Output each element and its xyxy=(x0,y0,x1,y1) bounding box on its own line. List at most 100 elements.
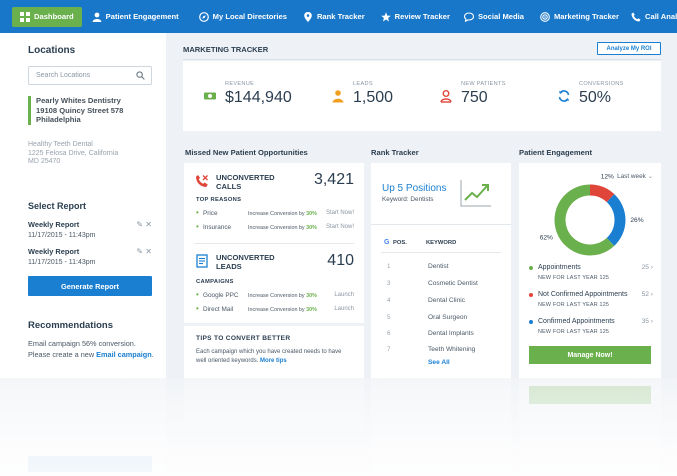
nav-patient-engagement[interactable]: Patient Engagement xyxy=(86,0,185,33)
person-icon xyxy=(332,90,344,103)
rec-line-end: . xyxy=(151,349,154,359)
recommendations-title: Recommendations xyxy=(28,320,113,331)
top-reasons-label: TOP REASONS xyxy=(196,197,242,203)
reason-row: • Price Increase Conversion by 30% Start … xyxy=(196,208,354,217)
nav-social-media-label: Social Media xyxy=(477,12,524,21)
calls-line-1: UNCONVERTED xyxy=(216,173,275,182)
dashboard-icon xyxy=(20,11,30,22)
phone-missed-icon xyxy=(196,175,208,187)
unconverted-leads-count: 410 xyxy=(327,252,354,269)
user-icon xyxy=(92,12,102,22)
rec-line-2: Please create a new xyxy=(28,349,97,359)
keyword-position: 6 xyxy=(387,330,391,337)
campaigns-label: CAMPAIGNS xyxy=(196,279,234,285)
nav-marketing-tracker[interactable]: Marketing Tracker xyxy=(534,0,625,33)
select-report-title: Select Report xyxy=(28,201,87,211)
report-item[interactable]: Weekly Report 11/17/2015 - 11:43pm ✎ ✕ xyxy=(28,220,152,239)
legend-value: 25 › xyxy=(641,264,653,271)
target-icon xyxy=(540,11,550,22)
keyword-position: 3 xyxy=(387,280,391,287)
new-patient-icon xyxy=(440,90,452,103)
top-nav: Dashboard Patient Engagement My Local Di… xyxy=(0,0,677,33)
nav-patient-engagement-label: Patient Engagement xyxy=(105,12,179,21)
manage-now-button[interactable]: Manage Now! xyxy=(529,346,651,364)
keyword-name: Dentist xyxy=(428,263,449,270)
patient-engagement-title: Patient Engagement xyxy=(519,148,592,157)
legend-dot xyxy=(529,266,533,270)
launch-link[interactable]: Launch xyxy=(334,306,354,312)
metric-label: CONVERSIONS xyxy=(579,81,624,87)
location-item[interactable]: Healthy Teeth Dental 1225 Felosa Drive, … xyxy=(28,141,152,167)
start-now-link[interactable]: Start Now! xyxy=(326,224,354,230)
keyword-name: Dental Implants xyxy=(428,330,474,337)
location-item-street: 1225 Felosa Drive, California xyxy=(28,149,119,157)
see-all-link[interactable]: See All xyxy=(428,359,450,366)
generate-report-button[interactable]: Generate Report xyxy=(28,276,152,296)
launch-link[interactable]: Launch xyxy=(334,292,354,298)
report-name: Weekly Report xyxy=(28,247,80,256)
nav-local-directories[interactable]: My Local Directories xyxy=(193,0,293,33)
donut-slice-not-confirmed-appointments xyxy=(589,184,615,203)
rank-tracker-card: Up 5 Positions Keyword: Dentists G POS. … xyxy=(371,163,511,378)
report-actions: ✎ ✕ xyxy=(136,220,152,229)
reason-name: Price xyxy=(203,210,218,217)
col-keyword-header: KEYWORD xyxy=(426,240,457,246)
nav-dashboard-label: Dashboard xyxy=(34,12,74,21)
missed-opportunities-title: Missed New Patient Opportunities xyxy=(185,148,308,157)
locations-title: Locations xyxy=(28,45,76,56)
legend-name: Confirmed Appointments xyxy=(538,318,615,325)
campaign-row: • Direct Mail Increase Conversion by 30% … xyxy=(196,304,354,313)
increase-text: Increase Conversion by 30% xyxy=(248,225,317,231)
rank-keyword: Keyword: Dentists xyxy=(382,196,434,203)
nav-call-analysis-label: Call Analysis xyxy=(644,12,677,21)
report-date: 11/17/2015 - 11:43pm xyxy=(28,259,96,266)
metric-value: 50% xyxy=(579,89,612,106)
search-placeholder: Search Locations xyxy=(36,72,91,79)
location-selected[interactable]: Pearly Whites Dentistry 19108 Quincy Str… xyxy=(28,96,152,125)
keyword-name: Cosmetic Dentist xyxy=(428,280,478,287)
nav-rank-tracker[interactable]: Rank Tracker xyxy=(297,0,371,33)
legend-sub: NEW FOR LAST YEAR 125 xyxy=(538,302,610,308)
report-item[interactable]: Weekly Report 11/17/2015 - 11:43pm ✎ ✕ xyxy=(28,247,152,266)
metric-conversions: CONVERSIONS 50% xyxy=(558,81,624,107)
legend-value: 52 › xyxy=(641,291,653,298)
trend-up-icon xyxy=(460,180,491,207)
nav-call-analysis[interactable]: Call Analysis xyxy=(625,0,677,33)
metric-label: NEW PATIENTS xyxy=(461,81,506,87)
start-now-link[interactable]: Start Now! xyxy=(326,210,354,216)
reason-row: • Insurance Increase Conversion by 30% St… xyxy=(196,222,354,231)
rank-headline: Up 5 Positions xyxy=(382,183,447,194)
search-locations-input[interactable]: Search Locations xyxy=(28,66,152,85)
metric-revenue: REVENUE $144,940 xyxy=(204,81,292,107)
nav-review-tracker[interactable]: Review Tracker xyxy=(375,0,456,33)
close-icon[interactable]: ✕ xyxy=(145,220,152,229)
unconverted-calls-count: 3,421 xyxy=(313,171,354,188)
nav-social-media[interactable]: Social Media xyxy=(458,0,530,33)
metric-value: 1,500 xyxy=(353,89,394,106)
analyze-roi-button[interactable]: Analyze My ROI xyxy=(597,42,661,55)
refresh-icon xyxy=(558,90,570,102)
reflection-fade xyxy=(0,378,677,476)
rank-tracker-title: Rank Tracker xyxy=(371,148,419,157)
chevron-right-icon: › xyxy=(650,318,653,325)
legend-sub: NEW FOR LAST YEAR 125 xyxy=(538,329,610,335)
more-tips-link[interactable]: More tips xyxy=(260,358,287,364)
star-icon xyxy=(380,11,391,21)
keyword-position: 1 xyxy=(387,263,391,270)
col-pos-header: POS. xyxy=(393,240,407,246)
campaign-name: Google PPC xyxy=(203,292,239,299)
edit-icon[interactable]: ✎ xyxy=(136,220,143,229)
close-icon[interactable]: ✕ xyxy=(145,247,152,256)
keyword-name: Teeth Whitening xyxy=(428,346,476,353)
legend-value: 35 › xyxy=(641,318,653,325)
edit-icon[interactable]: ✎ xyxy=(136,247,143,256)
nav-review-tracker-label: Review Tracker xyxy=(394,12,450,21)
engagement-donut-chart: 12% 26% 62% xyxy=(540,173,644,256)
metric-new-patients: NEW PATIENTS 750 xyxy=(440,81,506,107)
search-icon[interactable] xyxy=(136,71,145,80)
legend-name: Not Confirmed Appointments xyxy=(538,291,628,298)
nav-dashboard[interactable]: Dashboard xyxy=(12,6,82,27)
metric-value: $144,940 xyxy=(225,89,292,106)
donut-label: 62% xyxy=(540,234,553,241)
email-campaign-link[interactable]: Email campaign xyxy=(96,350,152,359)
